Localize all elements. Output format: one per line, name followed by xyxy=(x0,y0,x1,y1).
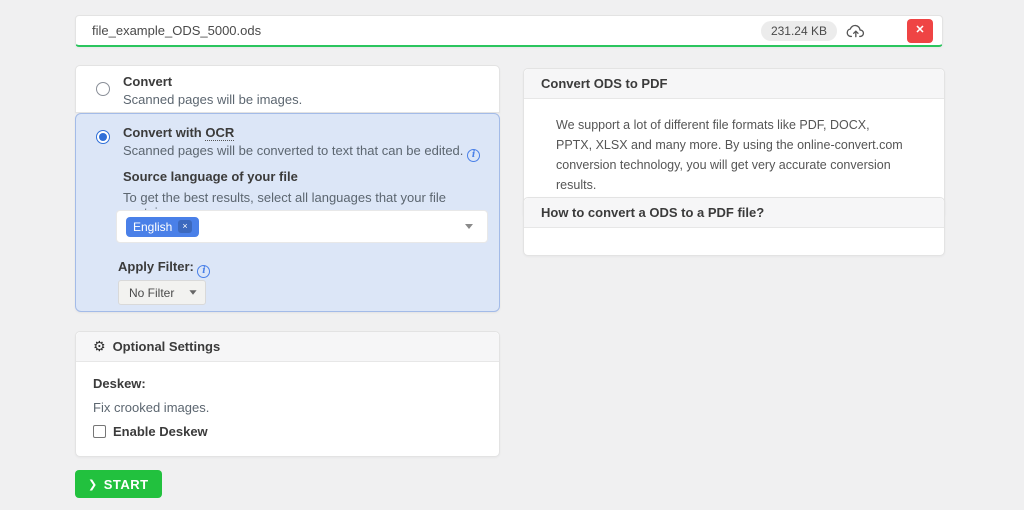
file-name: file_example_ODS_5000.ods xyxy=(92,23,761,38)
optional-settings-body: Deskew: Fix crooked images. Enable Deske… xyxy=(76,362,499,457)
convert-ocr-description: Scanned pages will be converted to text … xyxy=(123,143,480,162)
enable-deskew-row[interactable]: Enable Deskew xyxy=(93,424,208,439)
convert-ocr-label-ocr: OCR xyxy=(205,125,234,141)
howto-title: How to convert a ODS to a PDF file? xyxy=(541,205,764,220)
deskew-label: Deskew: xyxy=(93,376,146,391)
convert-radio[interactable] xyxy=(96,82,110,96)
close-icon: ✕ xyxy=(915,25,924,36)
howto-header[interactable]: How to convert a ODS to a PDF file? xyxy=(524,198,944,228)
convert-info-title: Convert ODS to PDF xyxy=(541,76,667,91)
convert-ocr-radio[interactable] xyxy=(96,130,110,144)
file-upload-bar: file_example_ODS_5000.ods 231.24 KB ✕ xyxy=(75,15,943,47)
filter-info-icon[interactable]: i xyxy=(197,265,210,278)
convert-ocr-label-prefix: Convert with xyxy=(123,125,205,140)
filter-selected-value: No Filter xyxy=(129,286,174,300)
convert-label: Convert xyxy=(123,74,172,89)
deskew-description: Fix crooked images. xyxy=(93,400,209,415)
chevron-right-icon: ❯ xyxy=(88,478,98,491)
language-multiselect[interactable]: English × xyxy=(116,210,488,243)
enable-deskew-checkbox[interactable] xyxy=(93,425,106,438)
optional-settings-card: ⚙ Optional Settings Deskew: Fix crooked … xyxy=(75,331,500,457)
remove-file-button[interactable]: ✕ xyxy=(907,19,933,43)
convert-ocr-panel[interactable]: Convert with OCR Scanned pages will be c… xyxy=(75,113,500,312)
optional-settings-title: Optional Settings xyxy=(113,339,221,354)
convert-description: Scanned pages will be images. xyxy=(123,92,302,107)
source-language-title: Source language of your file xyxy=(123,169,298,184)
convert-ocr-description-text: Scanned pages will be converted to text … xyxy=(123,143,463,158)
convert-option-row[interactable]: Convert Scanned pages will be images. xyxy=(75,65,500,113)
file-size-badge: 231.24 KB xyxy=(761,21,837,41)
language-tag-label: English xyxy=(133,220,172,234)
enable-deskew-label: Enable Deskew xyxy=(113,424,208,439)
convert-ocr-label: Convert with OCR xyxy=(123,125,234,140)
remove-language-icon[interactable]: × xyxy=(178,220,191,233)
language-tag-english: English × xyxy=(126,217,199,237)
cloud-upload-glyph xyxy=(846,23,866,39)
gear-icon: ⚙ xyxy=(93,338,106,355)
howto-body xyxy=(524,228,944,257)
cloud-upload-icon[interactable] xyxy=(845,20,867,42)
apply-filter-label: Apply Filter: i xyxy=(118,259,210,278)
start-button[interactable]: ❯ START xyxy=(75,470,162,498)
chevron-down-icon xyxy=(465,224,473,229)
chevron-down-icon xyxy=(189,290,196,295)
convert-info-header: Convert ODS to PDF xyxy=(524,69,944,99)
apply-filter-label-text: Apply Filter: xyxy=(118,259,194,274)
filter-select[interactable]: No Filter xyxy=(118,280,206,305)
howto-card: How to convert a ODS to a PDF file? xyxy=(523,197,945,256)
optional-settings-header: ⚙ Optional Settings xyxy=(76,332,499,362)
info-icon[interactable]: i xyxy=(467,149,480,162)
start-button-label: START xyxy=(104,477,149,492)
convert-info-card: Convert ODS to PDF We support a lot of d… xyxy=(523,68,945,218)
